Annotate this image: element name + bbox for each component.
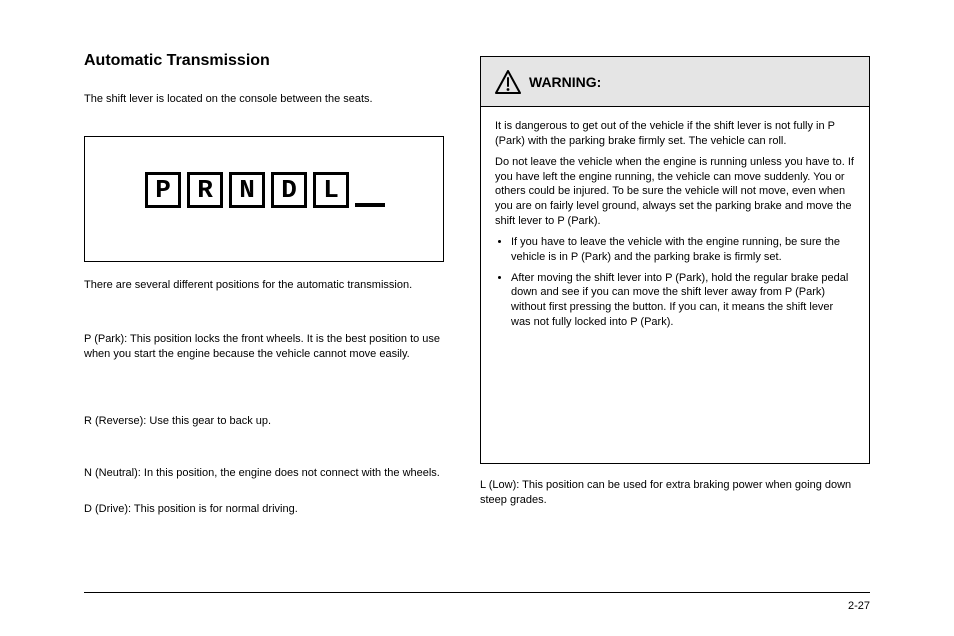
warning-item-1: If you have to leave the vehicle with th… <box>511 235 855 265</box>
left-text-3: R (Reverse): Use this gear to back up. <box>84 414 444 429</box>
gear-low-underscore <box>355 203 385 207</box>
footer-rule <box>84 592 870 593</box>
page: Automatic Transmission The shift lever i… <box>0 0 954 636</box>
gear-l: L <box>313 172 349 208</box>
warning-triangle-icon <box>495 70 521 94</box>
page-number: 2-27 <box>848 600 870 612</box>
warning-mid: Do not leave the vehicle when the engine… <box>495 155 855 229</box>
warning-body: It is dangerous to get out of the vehicl… <box>481 107 869 350</box>
section-heading: Automatic Transmission <box>84 52 270 70</box>
right-text-1: L (Low): This position can be used for e… <box>480 478 870 508</box>
left-text-4: N (Neutral): In this position, the engin… <box>84 466 444 481</box>
warning-lead: It is dangerous to get out of the vehicl… <box>495 119 855 149</box>
warning-item-2: After moving the shift lever into P (Par… <box>511 271 855 330</box>
left-text-1: There are several different positions fo… <box>84 278 444 293</box>
left-text-5: D (Drive): This position is for normal d… <box>84 502 444 517</box>
intro-text: The shift lever is located on the consol… <box>84 92 444 107</box>
prndl-display-box: P R N D L <box>84 136 444 262</box>
left-text-2: P (Park): This position locks the front … <box>84 332 444 362</box>
warning-list: If you have to leave the vehicle with th… <box>511 235 855 330</box>
gear-d: D <box>271 172 307 208</box>
warning-title: WARNING: <box>529 74 601 90</box>
gear-n: N <box>229 172 265 208</box>
warning-box: WARNING: It is dangerous to get out of t… <box>480 56 870 464</box>
gear-p: P <box>145 172 181 208</box>
warning-header: WARNING: <box>481 57 869 107</box>
gear-r: R <box>187 172 223 208</box>
prndl-row: P R N D L <box>145 172 385 208</box>
